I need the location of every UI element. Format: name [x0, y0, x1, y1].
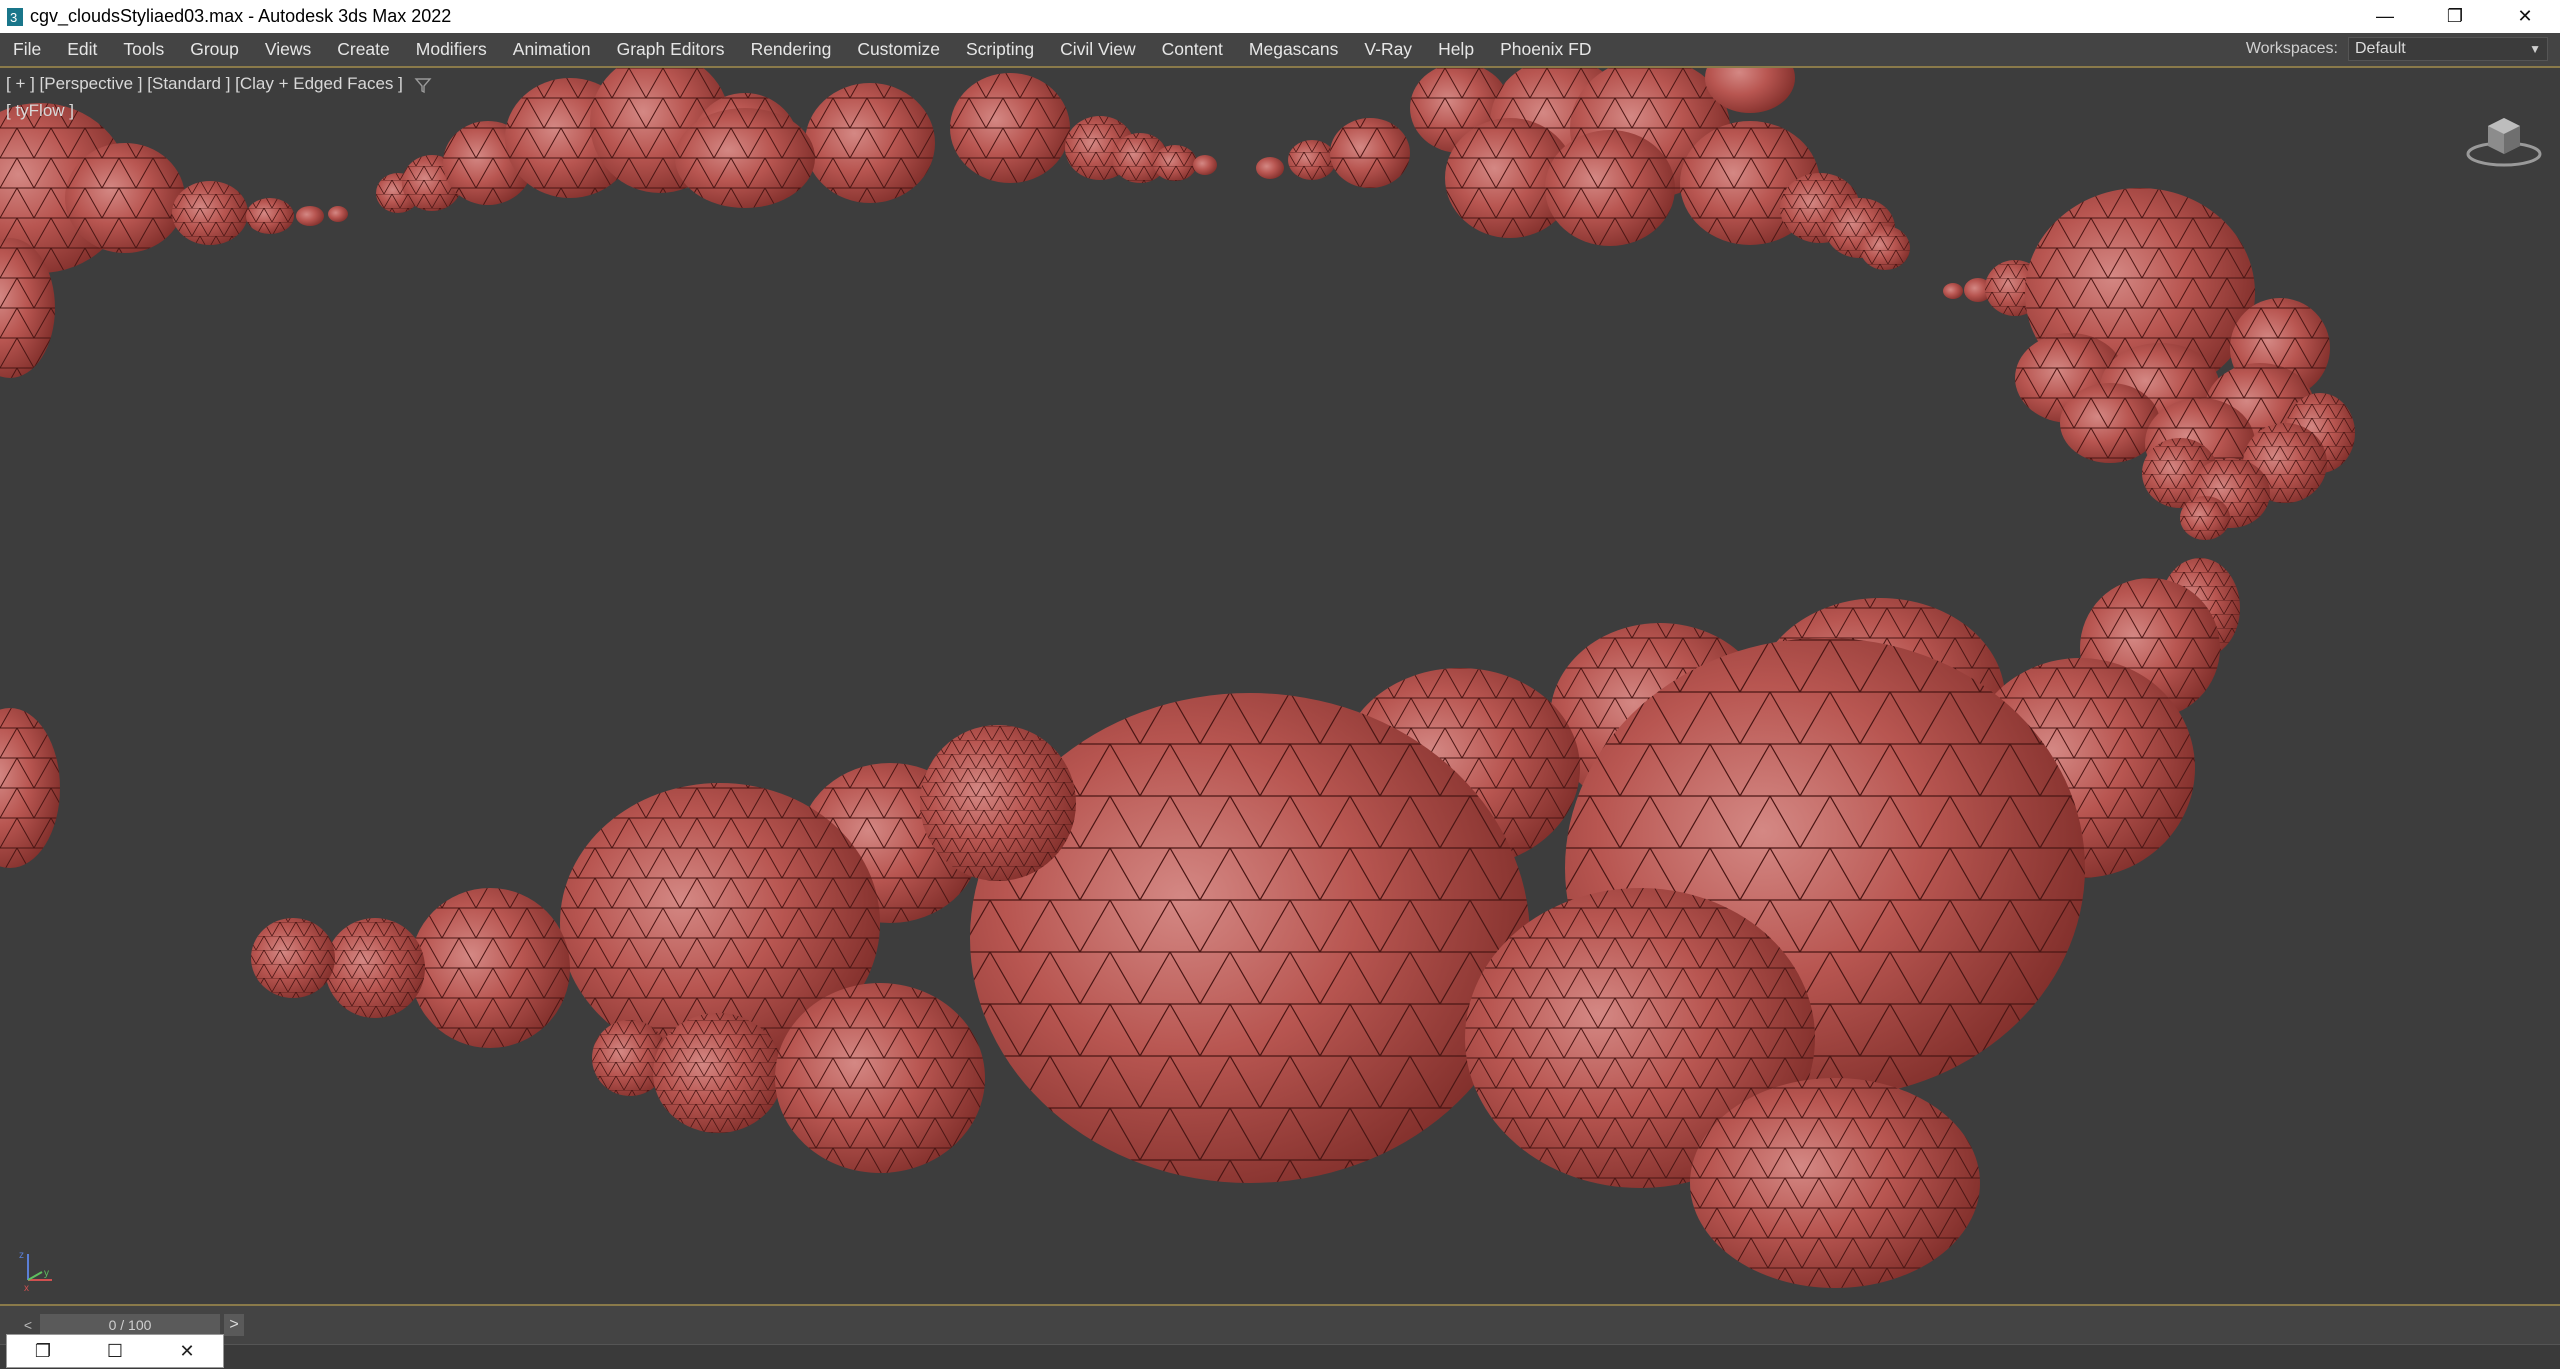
workspaces-label: Workspaces:	[2245, 40, 2338, 57]
menu-help[interactable]: Help	[1425, 39, 1487, 60]
timeline-track[interactable]	[0, 1344, 2560, 1369]
menu-scripting[interactable]: Scripting	[953, 39, 1047, 60]
svg-text:3: 3	[10, 10, 17, 25]
menu-graph-editors[interactable]: Graph Editors	[604, 39, 738, 60]
cloud-cluster-main[interactable]	[251, 558, 2240, 1288]
menu-modifiers[interactable]: Modifiers	[403, 39, 500, 60]
mini-close-button[interactable]: ✕	[167, 1341, 207, 1362]
viewport-label-menu[interactable]: [ + ] [Perspective ] [Standard ] [Clay +…	[6, 74, 403, 94]
menu-customize[interactable]: Customize	[844, 39, 953, 60]
menu-vray[interactable]: V-Ray	[1351, 39, 1425, 60]
close-button[interactable]: ✕	[2490, 0, 2560, 33]
time-next-button[interactable]: >	[224, 1314, 244, 1336]
minimize-button[interactable]: —	[2350, 0, 2420, 33]
minimized-window-bar: ❐ ☐ ✕	[6, 1334, 224, 1368]
menu-rendering[interactable]: Rendering	[738, 39, 845, 60]
cloud-cluster-right[interactable]	[1943, 188, 2355, 540]
app-3dsmax-icon: 3	[7, 7, 23, 26]
menu-animation[interactable]: Animation	[500, 39, 604, 60]
menu-group[interactable]: Group	[177, 39, 252, 60]
axis-x-label: x	[24, 1283, 29, 1292]
menu-bar: File Edit Tools Group Views Create Modif…	[0, 33, 2560, 65]
perspective-viewport[interactable]: [ + ] [Perspective ] [Standard ] [Clay +…	[0, 66, 2560, 1306]
menu-megascans[interactable]: Megascans	[1236, 39, 1352, 60]
viewcube-icon[interactable]	[2464, 104, 2544, 170]
cloud-cluster-top-center[interactable]	[376, 68, 1217, 213]
viewport-tyflow-label[interactable]: [ tyFlow ]	[6, 101, 74, 121]
axis-gizmo-icon: z x y	[19, 1250, 52, 1292]
window-controls: — ❐ ✕	[2350, 0, 2560, 33]
menu-file[interactable]: File	[0, 39, 54, 60]
axis-z-label: z	[19, 1250, 24, 1261]
title-bar: 3 cgv_cloudsStyliaed03.max - Autodesk 3d…	[0, 0, 2560, 33]
mini-restore-button[interactable]: ❐	[23, 1341, 63, 1362]
menu-views[interactable]: Views	[252, 39, 324, 60]
chevron-down-icon: ▼	[2529, 42, 2541, 56]
axis-y-label: y	[44, 1268, 49, 1279]
restore-button[interactable]: ❐	[2420, 0, 2490, 33]
workspaces-dropdown[interactable]: Default ▼	[2348, 37, 2548, 61]
cloud-cluster-top-right[interactable]	[1256, 68, 1910, 270]
menu-create[interactable]: Create	[324, 39, 403, 60]
workspaces-group: Workspaces: Default ▼	[2246, 33, 2548, 65]
menu-civil-view[interactable]: Civil View	[1047, 39, 1149, 60]
filter-icon[interactable]	[414, 76, 432, 94]
cloud-cluster-top-left[interactable]	[0, 103, 348, 868]
menu-phoenix-fd[interactable]: Phoenix FD	[1487, 39, 1604, 60]
mini-maximize-button[interactable]: ☐	[95, 1341, 135, 1362]
menu-content[interactable]: Content	[1149, 39, 1236, 60]
workspaces-value: Default	[2355, 40, 2406, 57]
scene-canvas[interactable]	[0, 68, 2560, 1304]
menu-tools[interactable]: Tools	[110, 39, 177, 60]
time-slider[interactable]: 0 / 100	[40, 1314, 220, 1336]
time-prev-button[interactable]: <	[18, 1314, 38, 1336]
window-title: cgv_cloudsStyliaed03.max - Autodesk 3ds …	[30, 6, 452, 26]
menu-edit[interactable]: Edit	[54, 39, 110, 60]
timeline-bar: < 0 / 100 > ❐ ☐ ✕	[0, 1306, 2560, 1369]
